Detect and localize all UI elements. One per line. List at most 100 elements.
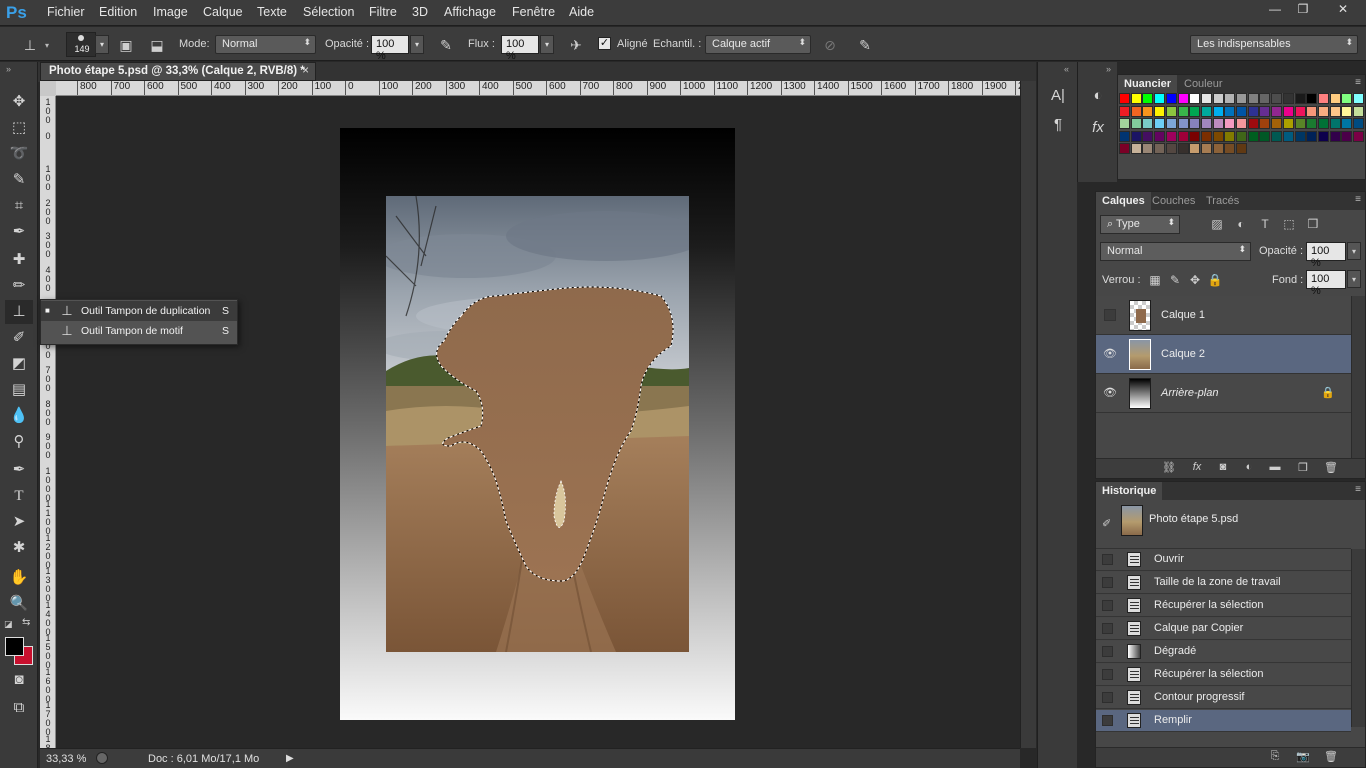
color-swatch[interactable] [1177, 93, 1189, 104]
color-swatch[interactable] [1341, 130, 1353, 142]
color-swatch[interactable] [1224, 143, 1236, 154]
airbrush-icon[interactable]: ✈ [566, 35, 586, 55]
history-source-checkbox[interactable] [1102, 692, 1113, 703]
menu-affichage[interactable]: Affichage [444, 5, 496, 19]
panel-menu-icon[interactable]: ≡ [1355, 484, 1361, 495]
menu-texte[interactable]: Texte [257, 5, 287, 19]
filter-shape-icon[interactable]: ⬚ [1280, 215, 1298, 233]
color-swatch[interactable] [1341, 93, 1353, 104]
panel-menu-icon[interactable]: ≡ [1355, 77, 1361, 88]
color-swatch[interactable] [1154, 143, 1166, 154]
lock-position-icon[interactable]: ✥ [1186, 271, 1204, 289]
color-swatch[interactable] [1165, 93, 1177, 104]
color-swatch[interactable] [1200, 105, 1212, 117]
history-source-checkbox[interactable] [1102, 669, 1113, 680]
collapse-arrows-icon[interactable]: » [6, 64, 11, 74]
horizontal-ruler[interactable]: 800 700 600 500 400 300 200 100 0 100 200 300 400 500… [56, 81, 1020, 96]
color-swatch[interactable] [1189, 118, 1201, 129]
screen-mode-icon[interactable]: ⧉ [5, 696, 33, 720]
document-tab[interactable]: Photo étape 5.psd @ 33,3% (Calque 2, RVB… [40, 62, 316, 81]
opacity-arrow[interactable]: ▾ [410, 35, 424, 54]
zoom-tool-icon[interactable]: 🔍 [5, 592, 33, 616]
color-swatch[interactable] [1189, 143, 1201, 154]
eye-icon[interactable]: 👁 [1103, 386, 1117, 400]
color-swatch[interactable] [1341, 105, 1353, 117]
color-swatch[interactable] [1353, 118, 1364, 129]
color-swatch[interactable] [1154, 118, 1166, 129]
link-layers-icon[interactable]: ⛓ [1160, 461, 1178, 474]
color-swatch[interactable] [1236, 130, 1247, 142]
color-swatch[interactable] [1329, 118, 1341, 129]
color-swatch[interactable] [1142, 130, 1154, 142]
quick-selection-tool-icon[interactable]: ✎ [5, 168, 33, 192]
color-swatch[interactable] [1329, 130, 1341, 142]
crop-tool-icon[interactable]: ⌗ [5, 194, 33, 218]
flow-arrow[interactable]: ▾ [540, 35, 554, 54]
zoom-level[interactable]: 33,33 % [46, 753, 86, 765]
color-swatch[interactable] [1189, 93, 1201, 104]
quick-mask-icon[interactable]: ◙ [5, 668, 33, 692]
color-swatch[interactable] [1177, 105, 1189, 117]
color-swatch[interactable] [1271, 118, 1283, 129]
horizontal-scrollbar[interactable] [288, 748, 1020, 768]
status-info-icon[interactable] [96, 752, 108, 764]
color-swatch[interactable] [1200, 93, 1212, 104]
restore-button[interactable]: ❐ [1290, 0, 1316, 20]
lasso-tool-icon[interactable]: ➰ [5, 142, 33, 166]
menu-filtre[interactable]: Filtre [369, 5, 397, 19]
color-swatch[interactable] [1189, 130, 1201, 142]
camera-icon[interactable]: 📷 [1294, 750, 1312, 763]
brush-preset-arrow[interactable]: ▾ [95, 35, 109, 54]
color-swatch[interactable] [1236, 143, 1247, 154]
color-swatch[interactable] [1353, 105, 1364, 117]
filter-pixel-icon[interactable]: ▨ [1208, 215, 1226, 233]
filter-adjustment-icon[interactable]: ◐ [1232, 215, 1250, 233]
gradient-tool-icon[interactable]: ▤ [5, 378, 33, 402]
menu-fichier[interactable]: Fichier [47, 5, 85, 19]
color-swatch[interactable] [1119, 93, 1130, 104]
color-swatch[interactable] [1341, 118, 1353, 129]
color-swatch[interactable] [1259, 105, 1271, 117]
photo-layer[interactable] [386, 196, 689, 652]
history-scrollbar[interactable] [1351, 549, 1365, 727]
color-swatch[interactable] [1142, 143, 1154, 154]
color-swatch[interactable] [1130, 93, 1142, 104]
color-swatch[interactable] [1165, 130, 1177, 142]
blur-tool-icon[interactable]: 💧 [5, 404, 33, 428]
color-swatch[interactable] [1317, 105, 1329, 117]
color-swatch[interactable] [1224, 93, 1236, 104]
history-snapshot[interactable]: ✐ Photo étape 5.psd [1096, 501, 1351, 549]
move-tool-icon[interactable]: ✥ [5, 90, 33, 114]
color-swatch[interactable] [1130, 143, 1142, 154]
color-swatch[interactable] [1119, 118, 1130, 129]
color-swatch[interactable] [1200, 130, 1212, 142]
color-swatch[interactable] [1271, 130, 1283, 142]
marquee-tool-icon[interactable]: ⬚ [5, 116, 33, 140]
dodge-tool-icon[interactable]: ⚲ [5, 430, 33, 454]
tab-historique[interactable]: Historique [1096, 482, 1163, 500]
history-item[interactable]: Remplir [1096, 710, 1351, 732]
trash-icon[interactable]: 🗑 [1322, 750, 1340, 763]
menu-selection[interactable]: Sélection [303, 5, 354, 19]
color-swatch[interactable] [1282, 130, 1294, 142]
layer-row-calque-1[interactable]: Calque 1 [1096, 296, 1351, 335]
flyout-item-pattern-stamp[interactable]: ⊥ Outil Tampon de motif S [41, 321, 237, 341]
lock-pixels-icon[interactable]: ✎ [1166, 271, 1184, 289]
history-item[interactable]: Contour progressif [1096, 687, 1351, 709]
fill-field[interactable]: 100 % [1306, 270, 1346, 297]
color-swatch[interactable] [1294, 130, 1306, 142]
color-swatch[interactable] [1317, 118, 1329, 129]
minimize-button[interactable]: — [1262, 0, 1288, 20]
color-swatch[interactable] [1224, 130, 1236, 142]
workspace-select[interactable]: Les indispensables ⬍ [1190, 35, 1358, 54]
tab-traces[interactable]: Tracés [1200, 192, 1245, 210]
layer-filter-select[interactable]: ⌕ Type ⬍ [1100, 215, 1180, 234]
history-item[interactable]: Ouvrir [1096, 549, 1351, 571]
color-swatch[interactable] [1317, 130, 1329, 142]
color-swatch[interactable] [1282, 118, 1294, 129]
color-swatch[interactable] [1317, 93, 1329, 104]
color-swatch[interactable] [1353, 130, 1364, 142]
color-swatch[interactable] [1329, 93, 1341, 104]
color-swatch[interactable] [1353, 93, 1364, 104]
color-swatch[interactable] [1165, 143, 1177, 154]
